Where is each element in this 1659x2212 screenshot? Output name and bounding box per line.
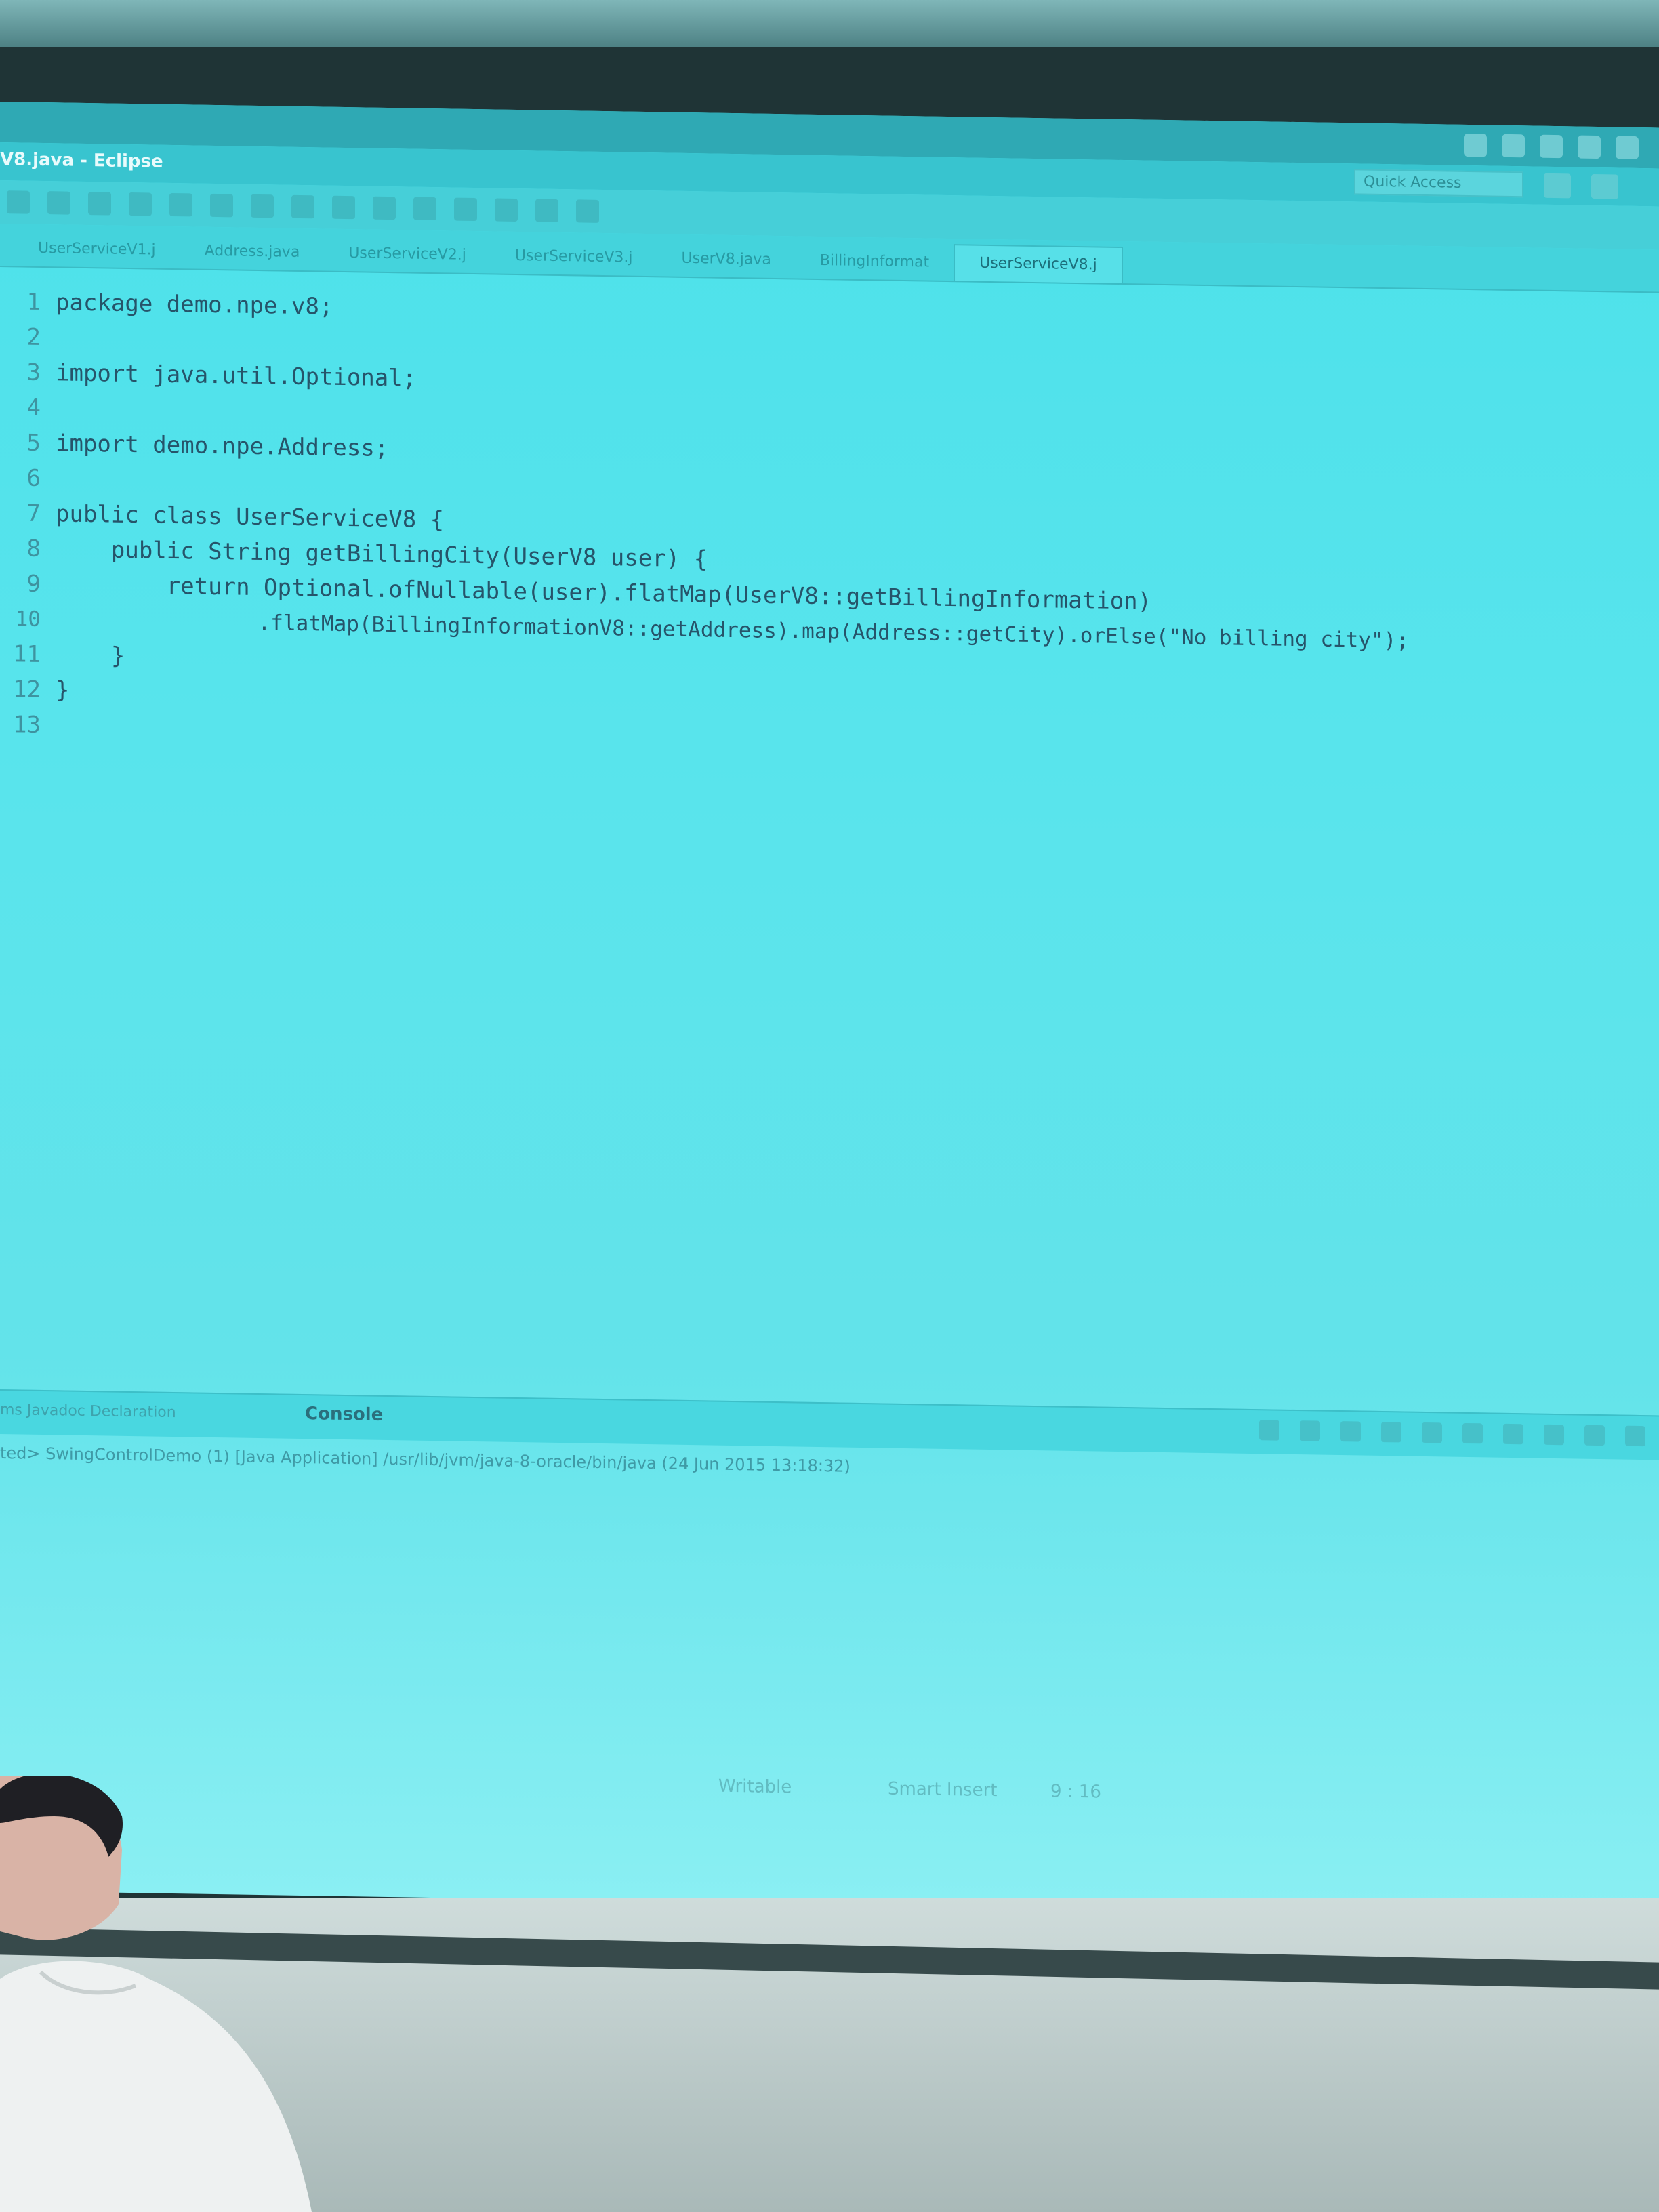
console-toolbar bbox=[1259, 1420, 1645, 1447]
remove-all-icon[interactable] bbox=[1340, 1421, 1361, 1442]
search-icon[interactable] bbox=[413, 197, 436, 221]
forward-icon[interactable] bbox=[576, 199, 599, 223]
minimize-icon[interactable] bbox=[1584, 1425, 1605, 1446]
line-number: 10 bbox=[15, 607, 41, 632]
new-icon[interactable] bbox=[7, 190, 30, 214]
system-tray bbox=[1464, 131, 1639, 161]
display-console-icon[interactable] bbox=[1503, 1423, 1523, 1445]
console-launch-description: ted> SwingControlDemo (1) [Java Applicat… bbox=[0, 1443, 851, 1476]
open-console-icon[interactable] bbox=[1544, 1424, 1564, 1446]
external-tools-icon[interactable] bbox=[210, 193, 233, 218]
code-text: } bbox=[56, 676, 70, 704]
code-text: import java.util.Optional; bbox=[56, 359, 417, 392]
mail-icon[interactable] bbox=[1578, 135, 1601, 159]
back-icon[interactable] bbox=[535, 199, 558, 222]
new-package-icon[interactable] bbox=[291, 194, 314, 219]
code-editor[interactable]: 1 package demo.npe.v8; 2 3 import java.uti… bbox=[0, 271, 1659, 1462]
line-number: 7 bbox=[26, 499, 41, 527]
pin-console-icon[interactable] bbox=[1462, 1422, 1483, 1444]
code-line: 12} bbox=[0, 672, 69, 708]
code-text: } bbox=[56, 641, 125, 670]
code-text: .flatMap(BillingInformationV8::getAddres… bbox=[56, 607, 1410, 653]
room-ceiling bbox=[0, 0, 1659, 47]
maximize-icon[interactable] bbox=[1625, 1425, 1645, 1447]
line-number: 11 bbox=[13, 640, 41, 668]
line-number: 4 bbox=[26, 394, 41, 422]
tab-userservicev8[interactable]: UserServiceV8.j bbox=[954, 244, 1123, 284]
status-writable: Writable bbox=[718, 1776, 792, 1798]
run-icon[interactable] bbox=[169, 192, 192, 217]
java-perspective-icon[interactable] bbox=[1591, 173, 1618, 199]
status-insert-mode: Smart Insert bbox=[888, 1778, 998, 1801]
window-title: V8.java - Eclipse bbox=[0, 149, 163, 172]
code-line: 13 bbox=[0, 708, 56, 742]
prev-annotation-icon[interactable] bbox=[495, 198, 518, 222]
new-java-project-icon[interactable] bbox=[251, 194, 274, 218]
presenter-photo bbox=[0, 1776, 312, 2212]
code-line: 6 bbox=[0, 461, 56, 495]
tab-userservicev3[interactable]: UserServiceV3.j bbox=[491, 238, 657, 276]
tab-userservicev2[interactable]: UserServiceV2.j bbox=[324, 236, 491, 274]
line-number: 12 bbox=[13, 676, 41, 703]
line-number: 5 bbox=[26, 429, 41, 457]
code-line: 5 import demo.npe.Address; bbox=[0, 426, 389, 466]
line-number: 1 bbox=[26, 288, 41, 316]
other-view-tabs[interactable]: ms Javadoc Declaration bbox=[0, 1401, 176, 1421]
line-number: 2 bbox=[26, 323, 41, 351]
code-line: 4 bbox=[0, 390, 56, 425]
new-class-icon[interactable] bbox=[332, 195, 355, 220]
keyboard-icon[interactable] bbox=[1540, 134, 1563, 159]
tab-address[interactable]: Address.java bbox=[180, 233, 325, 270]
projected-eclipse-window: V8.java - Eclipse Quick Access UserServi… bbox=[0, 102, 1659, 1917]
line-number: 8 bbox=[26, 535, 41, 562]
debug-icon[interactable] bbox=[129, 192, 152, 216]
code-text: package demo.npe.v8; bbox=[56, 289, 333, 321]
tab-billinginformation[interactable]: BillingInformat bbox=[796, 243, 954, 281]
scroll-lock-icon[interactable] bbox=[1422, 1422, 1442, 1443]
code-text: import demo.npe.Address; bbox=[56, 430, 389, 463]
line-number: 13 bbox=[13, 711, 41, 739]
open-type-icon[interactable] bbox=[373, 196, 396, 220]
tab-userv8[interactable]: UserV8.java bbox=[657, 241, 796, 278]
tab-console[interactable]: Console bbox=[305, 1404, 383, 1425]
remove-launch-icon[interactable] bbox=[1300, 1420, 1320, 1441]
print-icon[interactable] bbox=[88, 192, 111, 216]
open-perspective-icon[interactable] bbox=[1544, 173, 1571, 199]
chrome-icon[interactable] bbox=[1464, 133, 1487, 157]
next-annotation-icon[interactable] bbox=[454, 197, 477, 222]
code-line: 2 bbox=[0, 320, 56, 354]
line-number: 6 bbox=[26, 464, 41, 492]
network-icon[interactable] bbox=[1502, 134, 1525, 158]
volume-icon[interactable] bbox=[1616, 136, 1639, 159]
status-cursor-position: 9 : 16 bbox=[1050, 1781, 1101, 1803]
tab-userservicev1[interactable]: UserServiceV1.j bbox=[14, 230, 180, 268]
save-icon[interactable] bbox=[47, 191, 70, 215]
code-line: 7 public class UserServiceV8 { bbox=[0, 496, 445, 537]
line-number: 3 bbox=[26, 359, 41, 386]
quick-access-input[interactable]: Quick Access bbox=[1354, 169, 1523, 198]
line-number: 9 bbox=[26, 570, 41, 598]
clear-console-icon[interactable] bbox=[1381, 1422, 1401, 1443]
code-line: 1 package demo.npe.v8; bbox=[0, 285, 333, 324]
code-text: public String getBillingCity(UserV8 user… bbox=[56, 535, 708, 573]
code-text: public class UserServiceV8 { bbox=[56, 500, 445, 534]
terminate-icon[interactable] bbox=[1259, 1420, 1279, 1441]
code-line: 11 } bbox=[0, 637, 125, 673]
code-line: 3 import java.util.Optional; bbox=[0, 355, 417, 396]
